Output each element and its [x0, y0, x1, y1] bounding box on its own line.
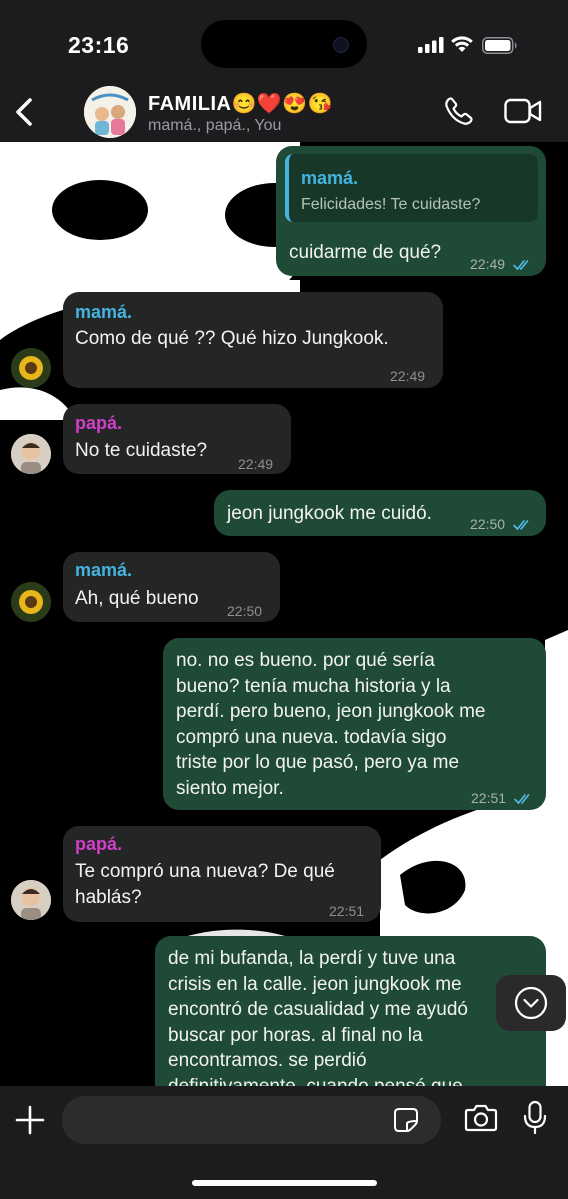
message-text: de mi bufanda, la perdí y tuve una crisi… [168, 946, 468, 1099]
message-line: encontró de casualidad y me ayudó [168, 999, 468, 1020]
sender-avatar-papa[interactable] [11, 880, 51, 920]
message-line: hablás? [75, 886, 142, 908]
message-text: cuidarme de qué? [289, 242, 442, 263]
message-meta: 22:49 [470, 252, 533, 278]
dynamic-island [201, 20, 367, 68]
message-time: 22:51 [329, 903, 365, 919]
read-receipt-icon [513, 260, 529, 271]
sticker-icon[interactable] [393, 1107, 419, 1133]
cellular-signal-icon [418, 37, 444, 53]
sender-avatar-mama[interactable] [11, 582, 51, 622]
message-time: 22:50 [470, 516, 506, 532]
message-line: siento mejor. [176, 777, 284, 799]
group-name[interactable]: FAMILIA😊❤️😍😘 [148, 91, 333, 116]
message-bubble-outgoing[interactable]: jeon jungkook me cuidó. 22:50 [214, 490, 546, 536]
message-sender: papá. [75, 413, 123, 433]
message-text: Ah, qué bueno [75, 588, 199, 609]
message-sender: mamá. [75, 560, 133, 580]
message-line: crisis en la calle. jeon jungkook me [168, 973, 462, 995]
message-text: No te cuidaste? [75, 440, 208, 461]
chat-header: FAMILIA😊❤️😍😘 mamá., papá., You [0, 82, 568, 142]
message-line: Te compró una nueva? De qué [75, 861, 335, 882]
composer-bar [0, 1086, 568, 1199]
message-bubble-incoming[interactable]: papá. Te compró una nueva? De qué hablás… [63, 826, 381, 922]
group-members[interactable]: mamá., papá., You [148, 117, 281, 135]
chevron-down-circle-icon [514, 986, 548, 1020]
message-bubble-incoming[interactable]: papá. No te cuidaste? 22:49 [63, 404, 291, 474]
status-bar: 23:16 [0, 0, 568, 82]
message-line: buscar por horas. al final no la [168, 1024, 423, 1046]
message-time: 22:49 [390, 368, 426, 384]
status-time: 23:16 [68, 32, 130, 58]
message-bubble-outgoing[interactable]: mamá. Felicidades! Te cuidaste? cuidarme… [276, 146, 546, 276]
message-bubble-outgoing[interactable]: no. no es bueno. por qué sería bueno? te… [163, 638, 546, 810]
message-text: Te compró una nueva? De qué hablás? [75, 859, 335, 910]
video-camera-icon[interactable] [504, 98, 542, 124]
message-text: Como de qué ?? Qué hizo Jungkook. [75, 328, 389, 349]
read-receipt-icon [513, 520, 529, 531]
message-input[interactable] [62, 1096, 441, 1144]
message-time: 22:49 [238, 456, 274, 472]
message-time: 22:51 [471, 790, 507, 806]
message-meta: 22:50 [470, 512, 533, 538]
message-bubble-incoming[interactable]: mamá. Como de qué ?? Qué hizo Jungkook. … [63, 292, 443, 388]
message-line: no. no es bueno. por qué sería [176, 650, 435, 671]
wifi-icon [451, 36, 473, 52]
message-line: bueno? tenía mucha historia y la [176, 675, 451, 697]
message-line: compró una nueva. todavía sigo [176, 726, 447, 748]
sender-avatar-mama[interactable] [11, 348, 51, 388]
home-indicator[interactable] [192, 1180, 377, 1186]
group-avatar[interactable] [84, 86, 136, 138]
quoted-message[interactable]: mamá. Felicidades! Te cuidaste? [285, 154, 538, 222]
message-meta: 22:51 [471, 786, 534, 812]
message-bubble-incoming[interactable]: mamá. Ah, qué bueno 22:50 [63, 552, 280, 622]
message-sender: papá. [75, 834, 123, 854]
microphone-icon[interactable] [522, 1100, 548, 1136]
message-sender: mamá. [75, 302, 133, 322]
message-text: no. no es bueno. por qué sería bueno? te… [176, 648, 486, 801]
message-line: encontramos. se perdió [168, 1050, 367, 1071]
message-time: 22:50 [227, 603, 263, 619]
chevron-left-icon[interactable] [10, 92, 40, 132]
message-line: triste por lo que pasó, pero ya me [176, 752, 460, 773]
camera-icon[interactable] [464, 1103, 498, 1133]
quoted-sender: mamá. [301, 168, 359, 188]
message-line: perdí. pero bueno, jeon jungkook me [176, 701, 486, 722]
plus-icon[interactable] [14, 1104, 46, 1136]
phone-icon[interactable] [444, 96, 474, 126]
message-time: 22:49 [470, 256, 506, 272]
read-receipt-icon [514, 794, 530, 805]
sender-avatar-papa[interactable] [11, 434, 51, 474]
scroll-down-button[interactable] [496, 975, 566, 1031]
battery-icon [482, 37, 517, 54]
message-text: jeon jungkook me cuidó. [227, 503, 432, 524]
quoted-text: Felicidades! Te cuidaste? [301, 196, 481, 213]
message-line: de mi bufanda, la perdí y tuve una [168, 948, 456, 969]
